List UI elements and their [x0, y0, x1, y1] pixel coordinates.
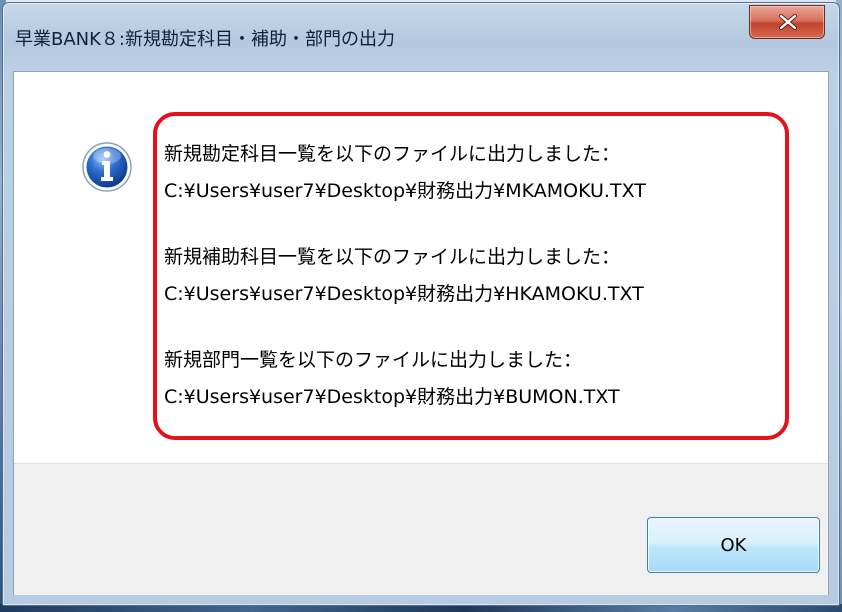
message-line: 新規部門一覧を以下のファイルに出力しました：	[164, 349, 583, 371]
file-path: C:¥Users¥user7¥Desktop¥財務出力¥BUMON.TXT	[164, 386, 620, 408]
ok-button[interactable]: OK	[647, 517, 820, 573]
window-title: 早業BANK８:新規勘定科目・補助・部門の出力	[15, 29, 395, 50]
information-icon	[82, 142, 132, 192]
message-line: 新規勘定科目一覧を以下のファイルに出力しました：	[164, 143, 621, 165]
message-block-departments: 新規部門一覧を以下のファイルに出力しました： C:¥Users¥user7¥De…	[164, 342, 784, 416]
close-icon	[778, 14, 798, 30]
file-path: C:¥Users¥user7¥Desktop¥財務出力¥HKAMOKU.TXT	[164, 283, 644, 305]
message-line: 新規補助科目一覧を以下のファイルに出力しました：	[164, 246, 621, 268]
message-block-sub-accounts: 新規補助科目一覧を以下のファイルに出力しました： C:¥Users¥user7¥…	[164, 239, 784, 313]
message-dialog: 早業BANK８:新規勘定科目・補助・部門の出力 新規勘定科目一覧を以下のファイル…	[2, 2, 840, 606]
file-path: C:¥Users¥user7¥Desktop¥財務出力¥MKAMOKU.TXT	[164, 180, 646, 202]
title-bar[interactable]: 早業BANK８:新規勘定科目・補助・部門の出力	[3, 3, 839, 69]
dialog-content: 新規勘定科目一覧を以下のファイルに出力しました： C:¥Users¥user7¥…	[13, 71, 829, 595]
message-text: 新規勘定科目一覧を以下のファイルに出力しました： C:¥Users¥user7¥…	[164, 136, 784, 445]
close-button[interactable]	[749, 5, 825, 39]
message-block-accounts: 新規勘定科目一覧を以下のファイルに出力しました： C:¥Users¥user7¥…	[164, 136, 784, 210]
